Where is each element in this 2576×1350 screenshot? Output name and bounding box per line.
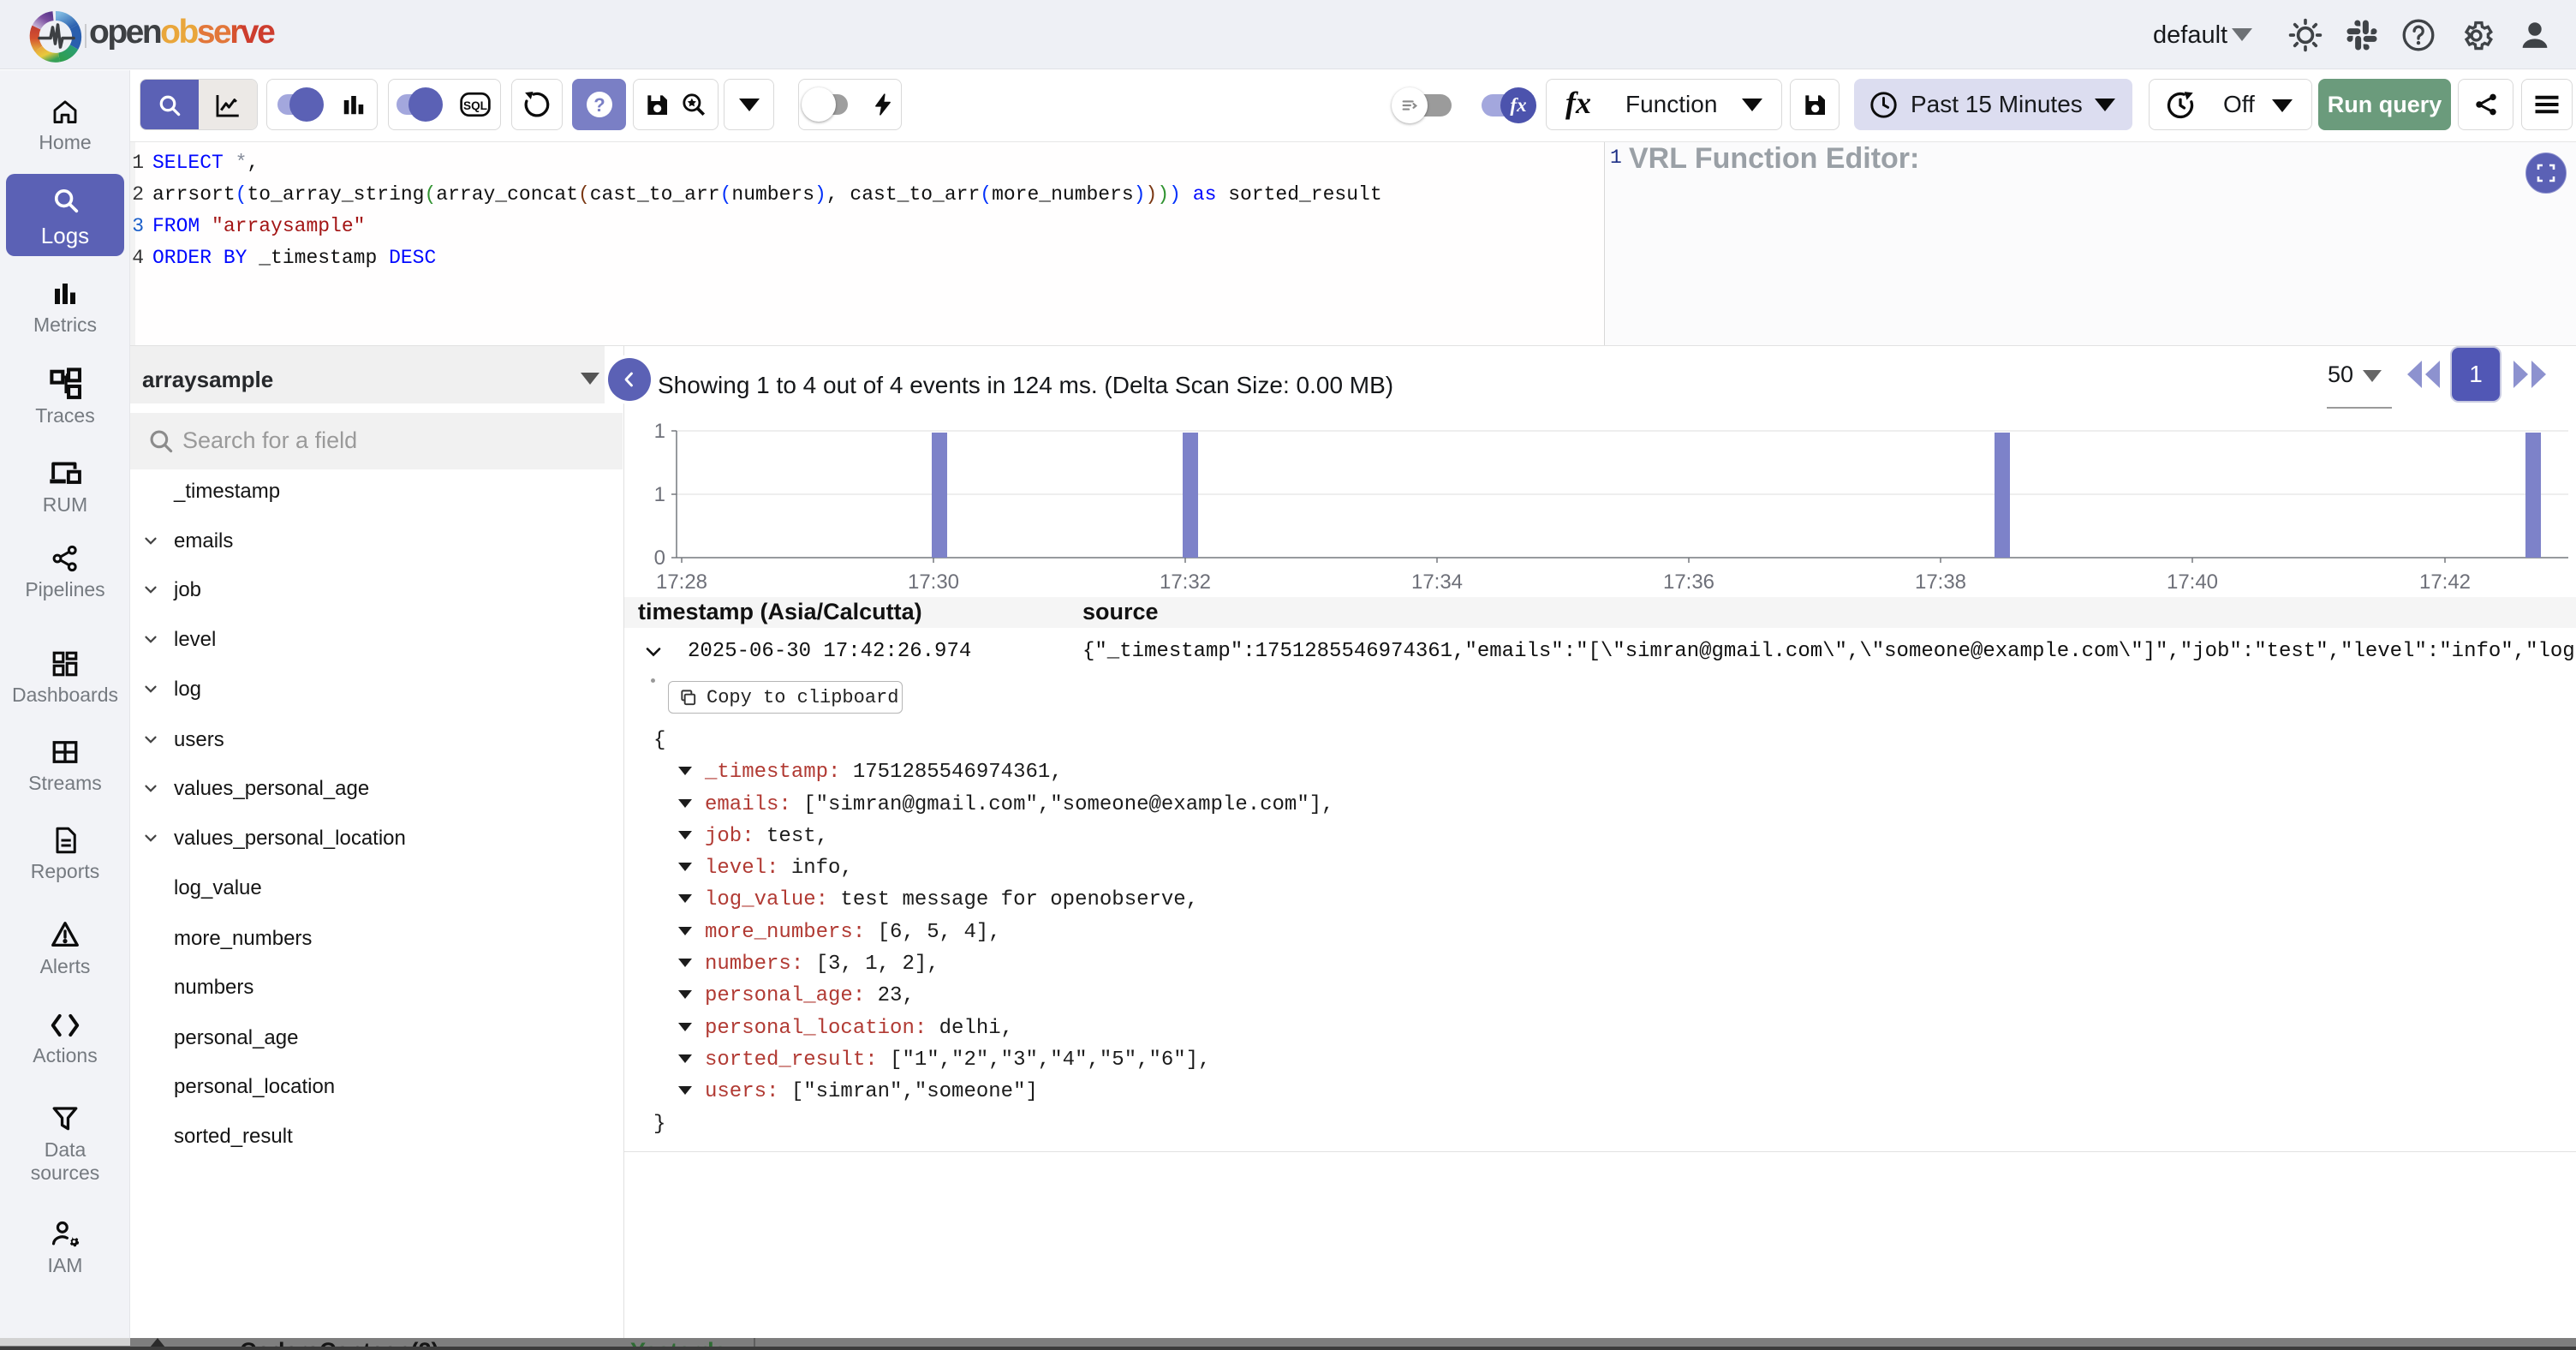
- svg-text:17:36: 17:36: [1663, 570, 1714, 594]
- svg-text:17:42: 17:42: [2419, 570, 2471, 594]
- svg-text:17:40: 17:40: [2167, 570, 2218, 594]
- svg-text:?: ?: [593, 94, 605, 116]
- svg-text:17:34: 17:34: [1411, 570, 1463, 594]
- svg-text:0: 0: [654, 547, 665, 570]
- svg-text:1: 1: [654, 420, 665, 443]
- svg-text:17:30: 17:30: [908, 570, 959, 594]
- svg-text:17:38: 17:38: [1915, 570, 1966, 594]
- svg-text:1: 1: [654, 483, 665, 506]
- svg-text:17:32: 17:32: [1160, 570, 1211, 594]
- svg-text:SQL: SQL: [463, 99, 487, 112]
- svg-text:17:28: 17:28: [656, 570, 707, 594]
